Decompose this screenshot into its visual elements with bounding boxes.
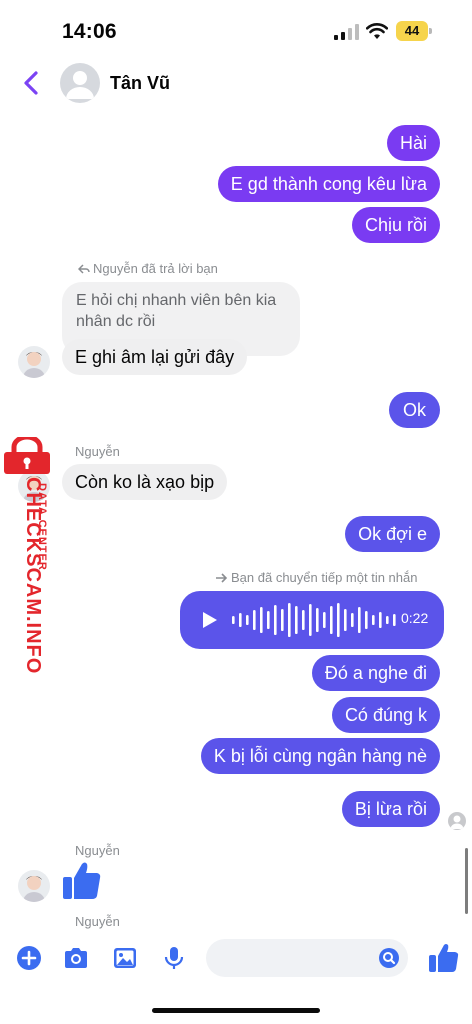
scrollbar[interactable] <box>465 848 468 914</box>
forward-arrow-icon <box>216 573 228 583</box>
chevron-left-icon[interactable] <box>20 70 42 96</box>
waveform-bar <box>337 603 340 637</box>
waveform-bar <box>281 609 284 631</box>
watermark-subtext: DATA CENTER <box>36 483 48 571</box>
person-avatar-icon <box>23 352 45 378</box>
person-avatar-icon <box>23 876 45 902</box>
sender-avatar[interactable] <box>18 346 50 378</box>
waveform-bar <box>267 611 270 629</box>
message-list[interactable]: Hài E gd thành cong kêu lừa Chịu rồi Ngu… <box>0 0 472 930</box>
waveform-bar <box>232 616 235 624</box>
waveform-bar <box>316 608 319 632</box>
waveform-bar <box>372 615 375 625</box>
message-outgoing[interactable]: Ok <box>388 392 440 428</box>
waveform-bar <box>302 610 305 630</box>
message-outgoing[interactable]: E gd thành cong kêu lừa <box>217 166 440 202</box>
waveform-bar <box>330 606 333 634</box>
sender-name: Nguyễn <box>75 914 120 929</box>
read-receipt-avatar <box>448 812 466 830</box>
message-outgoing[interactable]: Chịu rồi <box>351 207 440 243</box>
waveform-bar <box>260 607 263 633</box>
message-outgoing[interactable]: Bị lừa rồi <box>341 791 440 827</box>
reply-meta-text: Nguyễn đã trả lời bạn <box>93 261 218 276</box>
thumbs-up-icon[interactable] <box>62 860 102 902</box>
waveform-bar <box>351 613 354 627</box>
waveform-bar <box>288 603 291 637</box>
waveform-bar <box>393 614 396 626</box>
thumbs-up-icon[interactable] <box>428 942 460 974</box>
play-icon[interactable] <box>202 611 218 629</box>
microphone-icon[interactable] <box>160 944 188 972</box>
default-avatar-icon <box>66 71 94 99</box>
sender-avatar[interactable] <box>18 870 50 902</box>
message-incoming[interactable]: E ghi âm lại gửi đây <box>62 339 248 375</box>
message-outgoing[interactable]: Đó a nghe đi <box>311 655 440 691</box>
waveform-bar <box>239 613 242 627</box>
waveform-bar <box>323 612 326 628</box>
waveform-bar <box>344 609 347 631</box>
sender-name: Nguyễn <box>75 444 120 459</box>
seen-avatar-icon <box>450 815 464 829</box>
reply-indicator: Nguyễn đã trả lời bạn <box>77 261 218 276</box>
camera-icon[interactable] <box>62 944 90 972</box>
waveform-bar <box>365 611 368 629</box>
sender-name: Nguyễn <box>75 843 120 858</box>
lock-icon <box>4 437 50 474</box>
message-outgoing[interactable]: Hài <box>386 125 440 161</box>
waveform-bar <box>253 610 256 630</box>
image-icon[interactable] <box>111 944 139 972</box>
voice-duration: 0:22 <box>401 610 429 626</box>
composer-bar <box>0 930 472 990</box>
home-indicator[interactable] <box>152 1008 320 1013</box>
voice-message[interactable]: 0:22 <box>180 591 444 649</box>
watermark: CHECKSCAM.INFO DATA CENTER <box>2 437 54 674</box>
message-outgoing[interactable]: Có đúng k <box>331 697 440 733</box>
plus-icon[interactable] <box>15 944 43 972</box>
search-icon[interactable] <box>378 947 400 969</box>
message-incoming[interactable]: Còn ko là xạo bịp <box>62 464 228 500</box>
waveform-bar <box>309 604 312 636</box>
contact-avatar[interactable] <box>60 63 100 103</box>
audio-waveform <box>232 603 396 637</box>
forward-indicator: Bạn đã chuyển tiếp một tin nhắn <box>215 570 417 585</box>
waveform-bar <box>295 606 298 634</box>
waveform-bar <box>386 616 389 624</box>
forward-meta-text: Bạn đã chuyển tiếp một tin nhắn <box>231 570 418 585</box>
message-outgoing[interactable]: Ok đợi e <box>345 516 440 552</box>
reply-arrow-icon <box>77 264 90 274</box>
waveform-bar <box>379 612 382 628</box>
waveform-bar <box>246 615 249 625</box>
conversation-header: Tân Vũ <box>0 60 472 108</box>
message-outgoing[interactable]: K bị lỗi cùng ngân hàng nè <box>200 738 440 774</box>
contact-name[interactable]: Tân Vũ <box>110 73 170 94</box>
waveform-bar <box>358 607 361 633</box>
waveform-bar <box>274 605 277 635</box>
